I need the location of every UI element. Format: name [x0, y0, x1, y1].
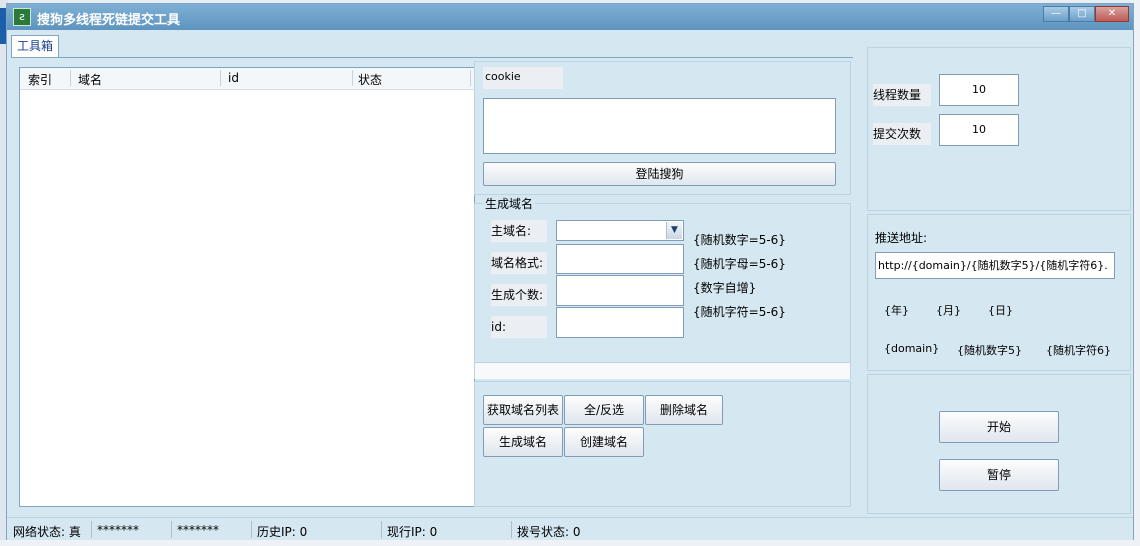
main-domain-label: 主域名:	[491, 220, 547, 242]
column-separator[interactable]	[470, 70, 471, 86]
pause-button[interactable]: 暂停	[939, 459, 1059, 491]
status-bar: 网络状态: 真 ******* ******* 历史IP: 0 现行IP: 0 …	[7, 517, 1133, 540]
main-domain-select[interactable]: ▼	[556, 220, 684, 241]
token-year[interactable]: {年}	[884, 302, 909, 318]
generate-count-label: 生成个数:	[491, 284, 547, 306]
submit-count-input[interactable]: 10	[939, 114, 1019, 146]
desktop-background-bottom	[0, 540, 1140, 546]
token-month[interactable]: {月}	[936, 302, 961, 318]
minimize-button[interactable]: —	[1043, 6, 1069, 22]
id-input[interactable]	[556, 307, 684, 338]
title-bar[interactable]: ƨ 搜狗多线程死链提交工具 — □ ✕	[7, 4, 1133, 30]
app-window: ƨ 搜狗多线程死链提交工具 — □ ✕ 工具箱 索引 域名 id 状态 cook…	[6, 3, 1134, 540]
generate-count-input[interactable]	[556, 275, 684, 306]
maximize-button[interactable]: □	[1069, 6, 1095, 22]
sougou-icon: ƨ	[13, 8, 31, 26]
generate-domain-group-title: 生成域名	[483, 195, 536, 212]
generate-domain-button[interactable]: 生成域名	[483, 427, 563, 457]
masked-value-2: *******	[177, 523, 219, 537]
control-group	[867, 374, 1131, 514]
status-separator	[381, 521, 382, 538]
token-random-char[interactable]: {随机字符6}	[1046, 342, 1111, 358]
id-label: id:	[491, 316, 547, 338]
column-id[interactable]: id	[228, 71, 239, 85]
hint-number-increment: {数字自增}	[693, 281, 757, 295]
column-domain[interactable]: 域名	[78, 71, 102, 88]
spacer-strip	[474, 363, 851, 379]
dial-status: 拨号状态: 0	[517, 525, 581, 539]
current-ip: 现行IP: 0	[387, 525, 438, 539]
masked-value-1: *******	[97, 523, 139, 537]
column-separator[interactable]	[70, 70, 71, 86]
login-sougou-button[interactable]: 登陆搜狗	[483, 162, 836, 186]
cookie-input[interactable]	[483, 98, 836, 154]
column-separator[interactable]	[352, 70, 353, 86]
submit-count-label: 提交次数	[873, 123, 931, 145]
delete-domain-button[interactable]: 删除域名	[645, 395, 723, 425]
domain-format-input[interactable]	[556, 244, 684, 274]
thread-count-input[interactable]: 10	[939, 74, 1019, 106]
hint-random-number: {随机数字=5-6}	[693, 233, 786, 247]
column-index[interactable]: 索引	[28, 71, 52, 88]
close-button[interactable]: ✕	[1095, 6, 1129, 22]
fetch-domain-list-button[interactable]: 获取域名列表	[483, 395, 563, 425]
cookie-label: cookie	[483, 67, 563, 89]
column-separator[interactable]	[220, 70, 221, 86]
create-domain-button[interactable]: 创建域名	[564, 427, 644, 457]
thread-count-label: 线程数量	[873, 84, 931, 106]
domain-list-header: 索引 域名 id 状态	[20, 68, 474, 90]
tab-divider	[11, 57, 853, 58]
token-domain[interactable]: {domain}	[884, 342, 939, 355]
push-url-label: 推送地址:	[875, 231, 928, 245]
toggle-select-button[interactable]: 全/反选	[564, 395, 644, 425]
hint-random-char: {随机字符=5-6}	[693, 305, 786, 319]
status-separator	[171, 521, 172, 538]
domain-list[interactable]: 索引 域名 id 状态	[19, 67, 475, 507]
domain-format-label: 域名格式:	[491, 252, 547, 274]
token-random-number[interactable]: {随机数字5}	[957, 342, 1022, 358]
push-url-input[interactable]: http://{domain}/{随机数字5}/{随机字符6}.	[875, 252, 1115, 279]
tab-toolbox[interactable]: 工具箱	[11, 35, 59, 57]
network-status: 网络状态: 真	[13, 525, 81, 539]
status-separator	[251, 521, 252, 538]
hint-random-letter: {随机字母=5-6}	[693, 257, 786, 271]
token-day[interactable]: {日}	[988, 302, 1013, 318]
chevron-down-icon[interactable]: ▼	[666, 222, 682, 239]
status-separator	[511, 521, 512, 538]
screen: ƨ 搜狗多线程死链提交工具 — □ ✕ 工具箱 索引 域名 id 状态 cook…	[0, 0, 1140, 546]
column-status[interactable]: 状态	[358, 71, 382, 88]
status-separator	[91, 521, 92, 538]
start-button[interactable]: 开始	[939, 411, 1059, 443]
window-title: 搜狗多线程死链提交工具	[37, 13, 181, 28]
history-ip: 历史IP: 0	[257, 525, 308, 539]
